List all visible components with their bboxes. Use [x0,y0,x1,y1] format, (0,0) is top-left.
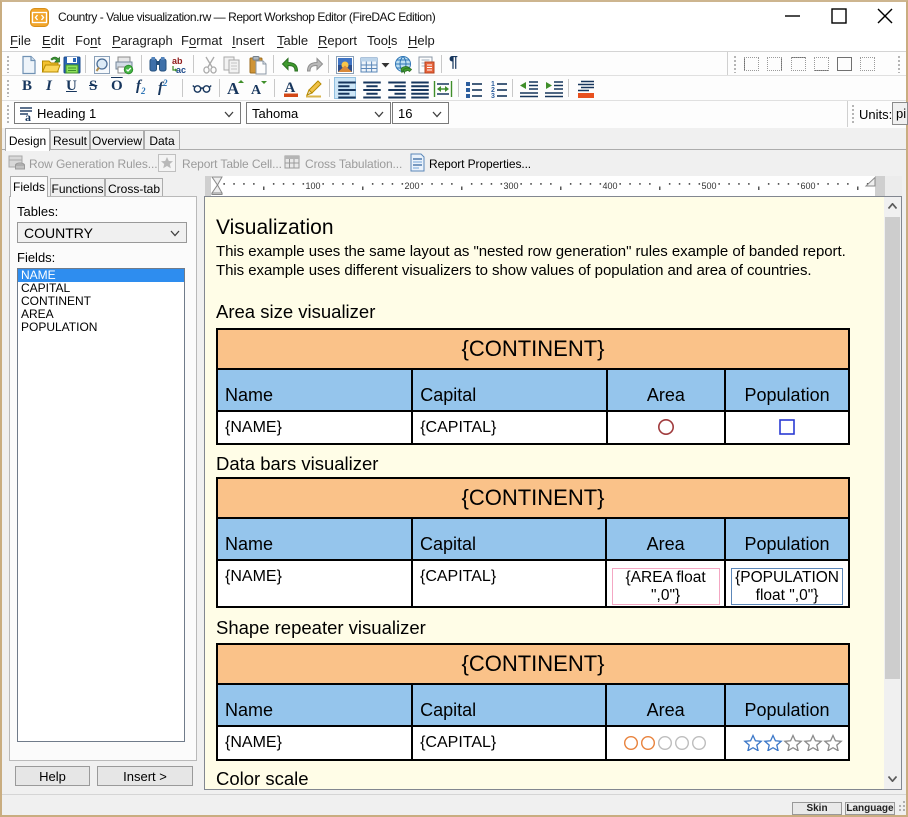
svg-text:A: A [251,83,262,98]
svg-text:ac: ac [176,65,186,75]
svg-text:400: 400 [602,181,617,191]
svg-text:600: 600 [800,181,815,191]
svg-text:200: 200 [404,181,419,191]
svg-text:a: a [25,110,31,122]
svg-text:500: 500 [701,181,716,191]
svg-text:300: 300 [503,181,518,191]
svg-text:A: A [227,79,240,98]
svg-text:3: 3 [491,93,495,99]
svg-text:100: 100 [305,181,320,191]
